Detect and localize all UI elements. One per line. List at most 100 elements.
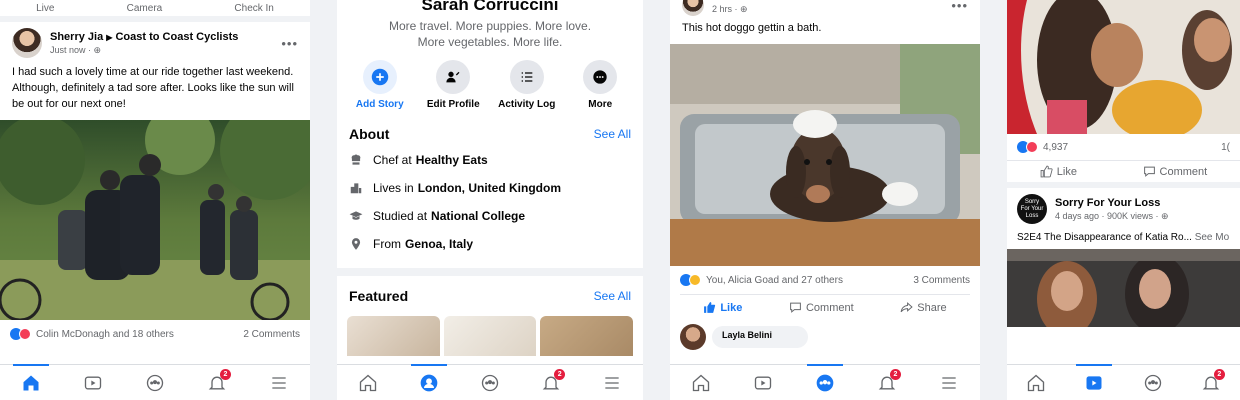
- thumbs-up-icon: [704, 302, 716, 313]
- post-photo[interactable]: [670, 44, 980, 266]
- notification-badge: 2: [554, 368, 566, 380]
- group-name[interactable]: Coast to Coast Cyclists: [115, 31, 238, 43]
- post-photo[interactable]: [0, 120, 310, 320]
- about-list: Chef at Healthy Eats Lives in London, Un…: [337, 146, 643, 258]
- video-icon: [754, 376, 772, 389]
- edit-profile-icon: [446, 71, 460, 83]
- comment-button[interactable]: Comment: [789, 301, 854, 314]
- nav-notifications[interactable]: 2: [867, 365, 907, 400]
- menu-icon: [942, 376, 956, 389]
- nav-home[interactable]: [348, 365, 388, 400]
- edit-profile-button[interactable]: Edit Profile: [420, 60, 486, 110]
- more-options-icon[interactable]: •••: [951, 0, 968, 13]
- video-title[interactable]: Sorry For Your Loss: [1055, 197, 1169, 209]
- reaction-count: 4,937: [1043, 141, 1069, 153]
- home-icon: [692, 374, 710, 391]
- share-button[interactable]: Share: [900, 301, 947, 314]
- live-button[interactable]: Live: [36, 3, 54, 15]
- work-place[interactable]: Healthy Eats: [416, 153, 488, 167]
- video-meta: 4 days ago · 900K views · ⊕: [1055, 210, 1169, 221]
- camera-button[interactable]: Camera: [127, 3, 163, 15]
- comments-count[interactable]: 2 Comments: [243, 329, 300, 340]
- comment-icon: [1143, 166, 1155, 177]
- lives-place[interactable]: London, United Kingdom: [418, 181, 561, 195]
- about-see-all-link[interactable]: See All: [594, 127, 631, 141]
- groups-icon: [1144, 374, 1161, 391]
- nav-watch[interactable]: [743, 365, 783, 400]
- about-from: From Genoa, Italy: [337, 230, 643, 258]
- show-logo[interactable]: Sorry For Your Loss: [1017, 194, 1047, 224]
- featured-see-all-link[interactable]: See All: [594, 289, 631, 303]
- notification-badge: 2: [890, 368, 901, 380]
- see-more-link[interactable]: See Mo: [1195, 232, 1229, 243]
- reactions-bar[interactable]: You, Alicia Goad and 27 others 3 Comment…: [670, 266, 980, 294]
- comment-button[interactable]: Comment: [1143, 165, 1208, 178]
- featured-photo[interactable]: [540, 316, 634, 356]
- bottom-nav: 2: [0, 363, 310, 400]
- groups-icon: [481, 374, 499, 391]
- featured-title: Featured: [349, 288, 409, 304]
- home-icon: [1027, 374, 1045, 391]
- commenter-avatar[interactable]: [680, 324, 706, 350]
- nav-watch[interactable]: [1074, 363, 1114, 400]
- nav-groups[interactable]: [805, 363, 845, 400]
- nav-menu[interactable]: [592, 365, 632, 400]
- nav-groups[interactable]: [470, 365, 510, 400]
- like-label: Like: [1056, 165, 1077, 178]
- reactions-summary: You, Alicia Goad and 27 others: [706, 274, 843, 286]
- reactions-bar[interactable]: Colin McDonagh and 18 others 2 Comments: [0, 320, 310, 348]
- from-place[interactable]: Genoa, Italy: [405, 237, 473, 251]
- nav-notifications[interactable]: 2: [197, 365, 237, 400]
- phone-profile: Sarah Corruccini More travel. More puppi…: [337, 0, 643, 400]
- plus-icon: [371, 68, 388, 86]
- featured-photo[interactable]: [347, 316, 440, 356]
- nav-home[interactable]: [1016, 365, 1056, 400]
- nav-menu[interactable]: [259, 365, 299, 400]
- section-divider: [337, 268, 643, 276]
- nav-home[interactable]: [11, 363, 51, 400]
- comments-count[interactable]: 3 Comments: [913, 275, 970, 286]
- more-button[interactable]: More: [567, 60, 633, 110]
- like-button[interactable]: Like: [703, 301, 742, 314]
- check-in-button[interactable]: Check In: [234, 3, 273, 15]
- author-name[interactable]: Sherry Jia: [50, 31, 103, 43]
- commenter-name[interactable]: Layla Belini: [722, 330, 772, 340]
- nav-notifications[interactable]: 2: [531, 365, 571, 400]
- comment-bubble: Layla Belini: [712, 326, 808, 348]
- nav-groups[interactable]: [135, 365, 175, 400]
- thumbs-up-icon: [1040, 165, 1053, 178]
- cyclists-photo: [0, 120, 310, 320]
- arrow-right-icon: ▶: [106, 32, 113, 42]
- love-reaction-icon: [1026, 141, 1038, 153]
- post-author-line: Sherry Jia ▶ Coast to Coast Cyclists: [50, 31, 238, 43]
- comment-label: Comment: [1159, 165, 1208, 178]
- add-story-button[interactable]: Add Story: [347, 60, 413, 110]
- nav-groups[interactable]: [1133, 365, 1173, 400]
- location-pin-icon: [351, 238, 361, 250]
- featured-header: Featured See All: [337, 288, 643, 304]
- video-thumbnail[interactable]: [1007, 0, 1240, 134]
- video-thumbnail[interactable]: [1007, 249, 1240, 327]
- facebook-screens: Live Camera Check In Sherry Jia ▶ Coast …: [0, 0, 1240, 400]
- bottom-nav: 2: [1007, 363, 1240, 400]
- featured-photo[interactable]: [443, 316, 537, 356]
- activity-log-button[interactable]: Activity Log: [494, 60, 560, 110]
- more-options-icon[interactable]: •••: [281, 36, 298, 51]
- post-header: 2 hrs · ⊕ •••: [670, 0, 980, 16]
- studied-place[interactable]: National College: [431, 209, 525, 223]
- nav-home[interactable]: [681, 365, 721, 400]
- profile-actions: Add Story Edit Profile Activity Log More: [337, 50, 643, 110]
- avatar[interactable]: [12, 28, 42, 58]
- nav-watch[interactable]: [73, 365, 113, 400]
- like-button[interactable]: Like: [1040, 165, 1077, 178]
- nav-notifications[interactable]: 2: [1191, 365, 1231, 400]
- post-header: Sherry Jia ▶ Coast to Coast Cyclists Jus…: [0, 22, 310, 62]
- bio-line-1: More travel. More puppies. More love.: [388, 19, 592, 33]
- city-icon: [350, 183, 362, 194]
- home-icon: [23, 375, 39, 390]
- nav-menu[interactable]: [929, 365, 969, 400]
- about-lives: Lives in London, United Kingdom: [337, 174, 643, 202]
- nav-profile[interactable]: [409, 363, 449, 400]
- reactions-bar[interactable]: 4,937 1(: [1007, 134, 1240, 160]
- list-icon: [521, 72, 533, 82]
